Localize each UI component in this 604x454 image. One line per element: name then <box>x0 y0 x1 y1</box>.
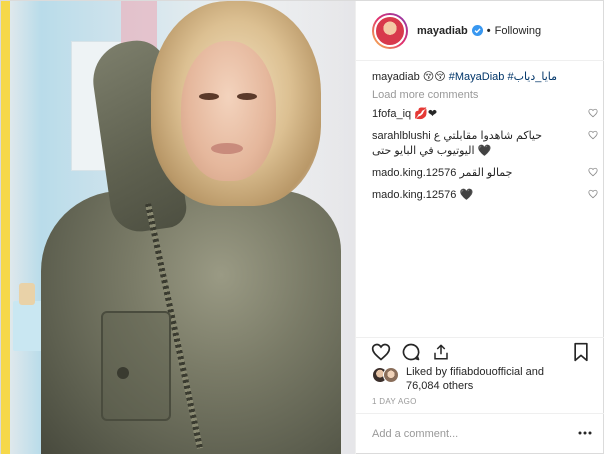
comments-section: mayadiab 😚😚 #MayaDiab #مايا_دياب Load mo… <box>372 67 598 210</box>
comment-username[interactable]: sarahlblushi <box>372 130 431 142</box>
comment-row: mado.king.12576 جمالو القمر <box>372 166 598 181</box>
header-separator: • <box>486 24 491 37</box>
verified-badge-icon <box>471 25 483 36</box>
caption-username[interactable]: mayadiab <box>372 71 420 83</box>
bookmark-icon[interactable] <box>570 341 592 363</box>
caption-emoji: 😚😚 <box>422 71 446 83</box>
avatar[interactable] <box>374 14 406 47</box>
comment-username[interactable]: mado.king.12576 <box>372 167 456 179</box>
post-header: mayadiab • Following <box>356 1 604 61</box>
header-username[interactable]: mayadiab <box>417 25 468 37</box>
comment-bubble-icon[interactable] <box>400 341 422 363</box>
post-photo[interactable] <box>1 1 355 454</box>
add-comment-input[interactable] <box>372 427 562 440</box>
background-bottle <box>19 283 35 305</box>
comment-text: 💋❤ <box>414 108 438 120</box>
comment-username[interactable]: mado.king.12576 <box>372 189 456 201</box>
avatar[interactable] <box>383 367 399 383</box>
instagram-post: mayadiab • Following mayadiab 😚😚 #MayaDi… <box>0 0 604 454</box>
comment-like-heart-icon[interactable] <box>588 167 598 177</box>
post-timestamp[interactable]: 1 DAY AGO <box>372 397 417 406</box>
heart-outline-icon[interactable] <box>370 341 392 363</box>
likes-line-2[interactable]: 76,084 others <box>406 379 544 393</box>
load-more-comments-link[interactable]: Load more comments <box>372 89 598 101</box>
profile-avatar-ring[interactable] <box>372 12 408 49</box>
post-side-panel: mayadiab • Following mayadiab 😚😚 #MayaDi… <box>355 1 604 454</box>
face <box>181 41 276 181</box>
comment-text: جمالو القمر <box>459 167 513 179</box>
share-upload-icon[interactable] <box>430 341 452 363</box>
add-comment-bar <box>356 413 604 453</box>
caption-hashtags[interactable]: #MayaDiab #مايا_دياب <box>449 71 557 83</box>
right-eye <box>237 93 257 100</box>
comment-text: 🖤 <box>459 189 474 201</box>
comment-like-heart-icon[interactable] <box>588 189 598 199</box>
comment-username[interactable]: 1fofa_iq <box>372 108 411 120</box>
following-button[interactable]: Following <box>495 25 541 37</box>
comment-like-heart-icon[interactable] <box>588 130 598 140</box>
jacket-pocket <box>101 311 171 421</box>
post-actions-bar <box>356 337 604 365</box>
more-options-icon[interactable] <box>578 428 592 438</box>
comment-row: 1fofa_iq 💋❤ <box>372 107 598 122</box>
pocket-snap <box>117 367 129 379</box>
comment-row: mado.king.12576 🖤 <box>372 188 598 203</box>
likes-text[interactable]: Liked by fifiabdouofficial and 76,084 ot… <box>406 365 544 393</box>
post-caption: mayadiab 😚😚 #MayaDiab #مايا_دياب <box>372 69 598 85</box>
comment-like-heart-icon[interactable] <box>588 108 598 118</box>
lips <box>211 143 243 154</box>
likes-summary: Liked by fifiabdouofficial and 76,084 ot… <box>372 365 598 393</box>
likes-line-1[interactable]: Liked by fifiabdouofficial and <box>406 365 544 379</box>
comment-row: sarahlblushi حياكم شاهدوا مقابلتي ع اليو… <box>372 129 598 159</box>
liker-avatars[interactable] <box>372 367 402 383</box>
left-eye <box>199 93 219 100</box>
